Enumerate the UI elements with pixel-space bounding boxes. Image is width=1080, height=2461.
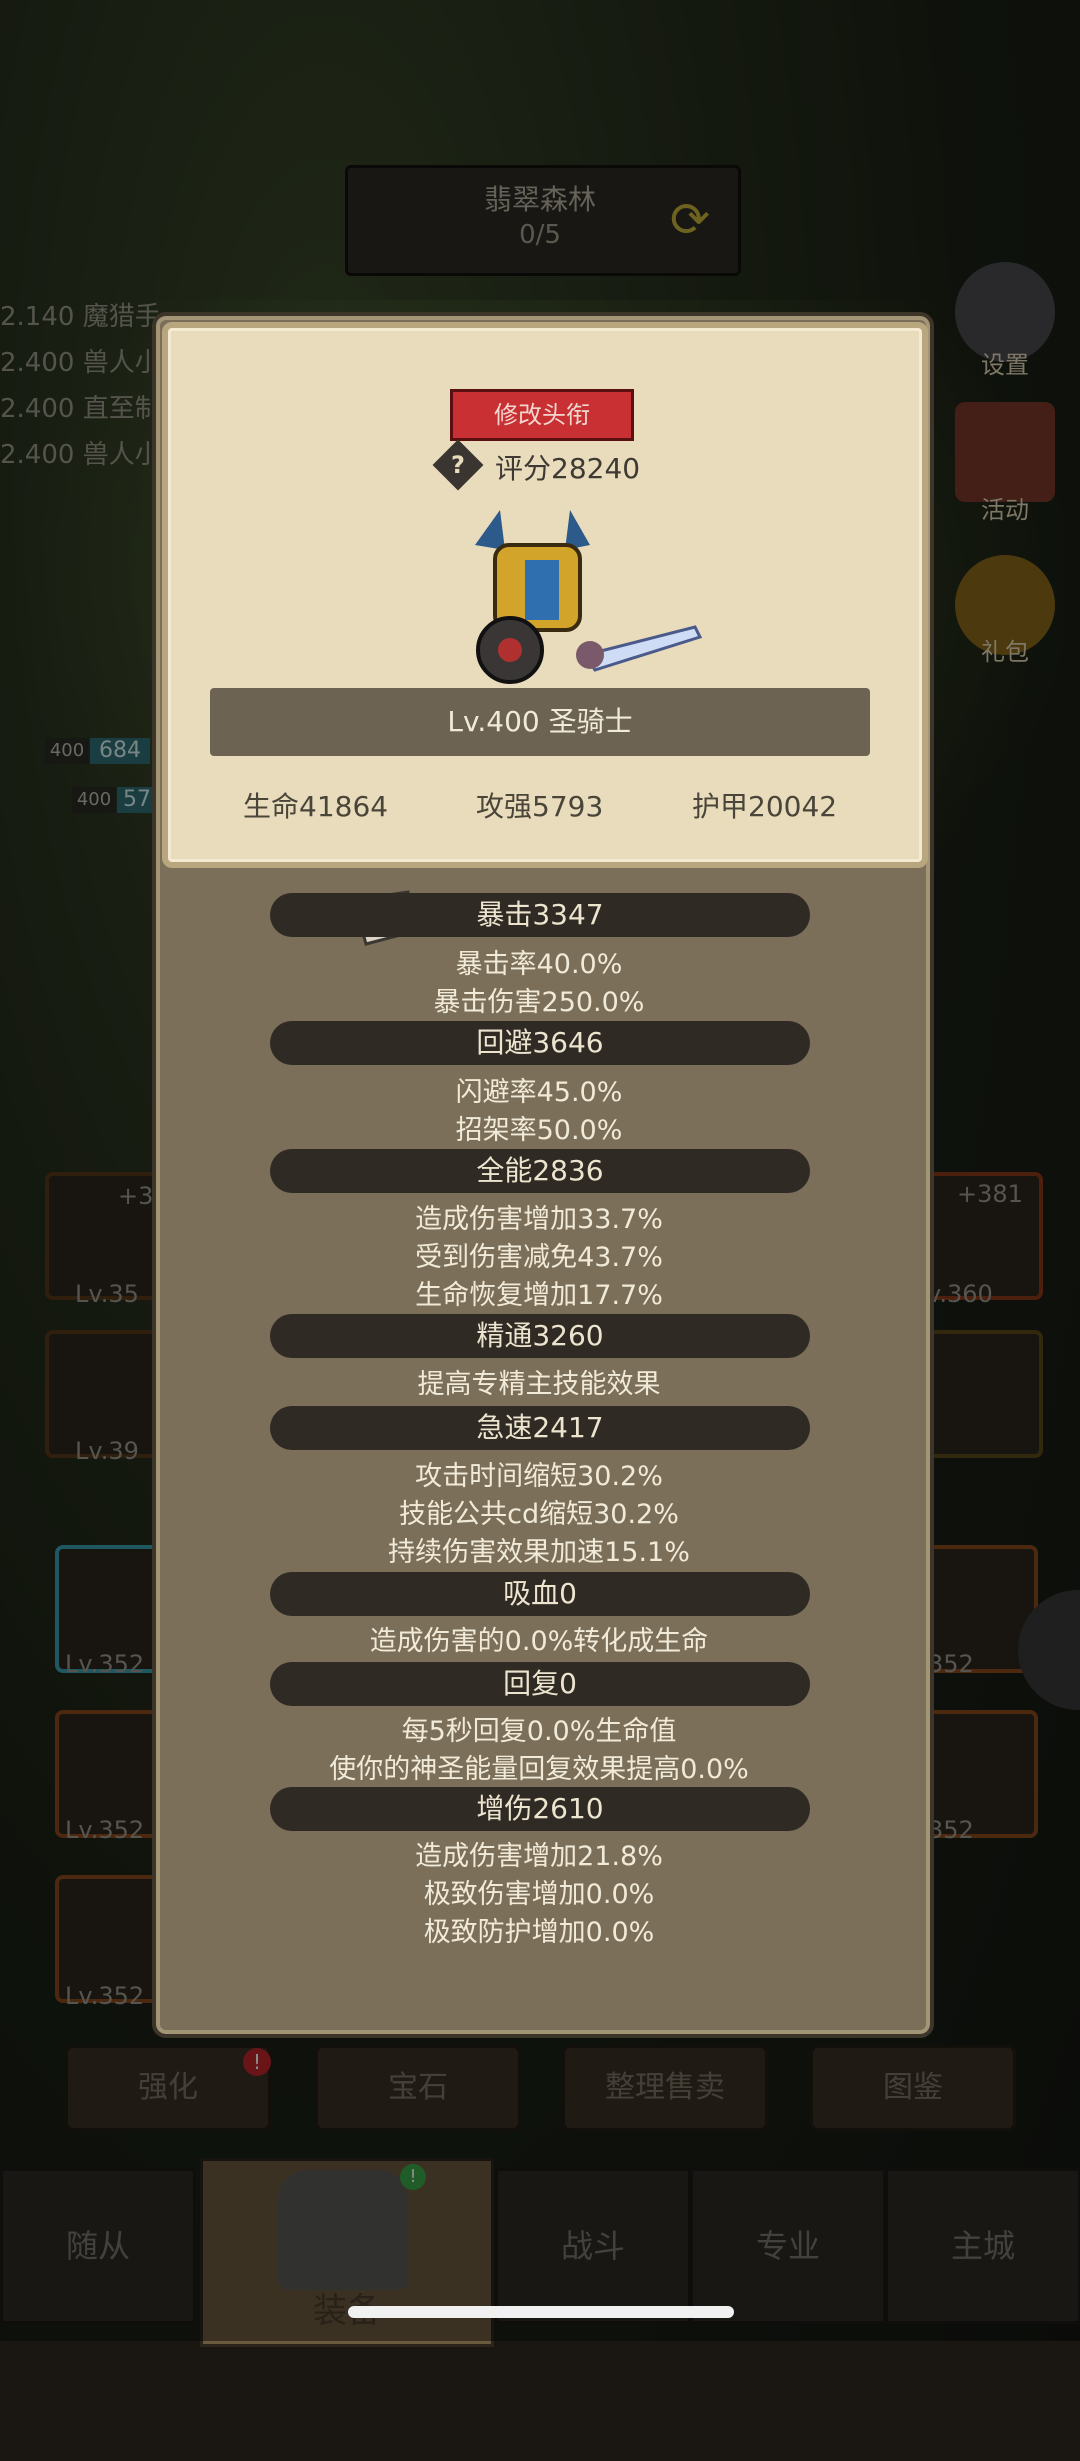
stat-line: 持续伤害效果加速15.1%: [388, 1537, 690, 1568]
stat-line: 极致防护增加0.0%: [423, 1917, 655, 1948]
home-indicator[interactable]: [348, 2306, 734, 2318]
stat-line: 每5秒回复0.0%生命值: [401, 1716, 677, 1747]
section-header: 吸血0: [503, 1577, 577, 1610]
stat-line: 造成伤害增加21.8%: [415, 1841, 663, 1872]
stat-line: 使你的神圣能量回复效果提高0.0%: [329, 1754, 749, 1785]
stat-line: 极致伤害增加0.0%: [423, 1879, 655, 1910]
stat-line: 暴击伤害250.0%: [433, 987, 645, 1018]
stat-line: 技能公共cd缩短30.2%: [399, 1499, 679, 1530]
section-header: 暴击3347: [476, 898, 604, 931]
section-header: 增伤2610: [476, 1792, 604, 1825]
change-title-button[interactable]: 修改头衔: [450, 389, 634, 441]
stat-line: 提高专精主技能效果: [417, 1369, 661, 1400]
paladin-avatar: [475, 510, 703, 684]
stat-attack: 攻强5793: [476, 790, 604, 823]
stat-line: 闪避率45.0%: [455, 1077, 623, 1108]
stat-line: 造成伤害的0.0%转化成生命: [369, 1626, 709, 1657]
stat-line: 暴击率40.0%: [455, 949, 623, 980]
score: 评分28240: [495, 452, 641, 485]
stat-hp: 生命41864: [243, 790, 389, 823]
stat-line: 受到伤害减免43.7%: [415, 1242, 663, 1273]
section-header: 急速2417: [476, 1411, 604, 1444]
section-header: 回复0: [503, 1667, 577, 1700]
section-header: 回避3646: [476, 1026, 604, 1059]
question-mark: ?: [451, 451, 465, 479]
stat-line: 造成伤害增加33.7%: [415, 1204, 663, 1235]
hero-name: Lv.400 圣骑士: [447, 705, 633, 738]
section-header: 全能2836: [476, 1154, 604, 1187]
stat-armor: 护甲20042: [692, 790, 838, 823]
stat-line: 攻击时间缩短30.2%: [415, 1461, 663, 1492]
stat-line: 生命恢复增加17.7%: [415, 1280, 663, 1311]
stat-line: 招架率50.0%: [455, 1115, 623, 1146]
section-header: 精通3260: [476, 1319, 604, 1352]
